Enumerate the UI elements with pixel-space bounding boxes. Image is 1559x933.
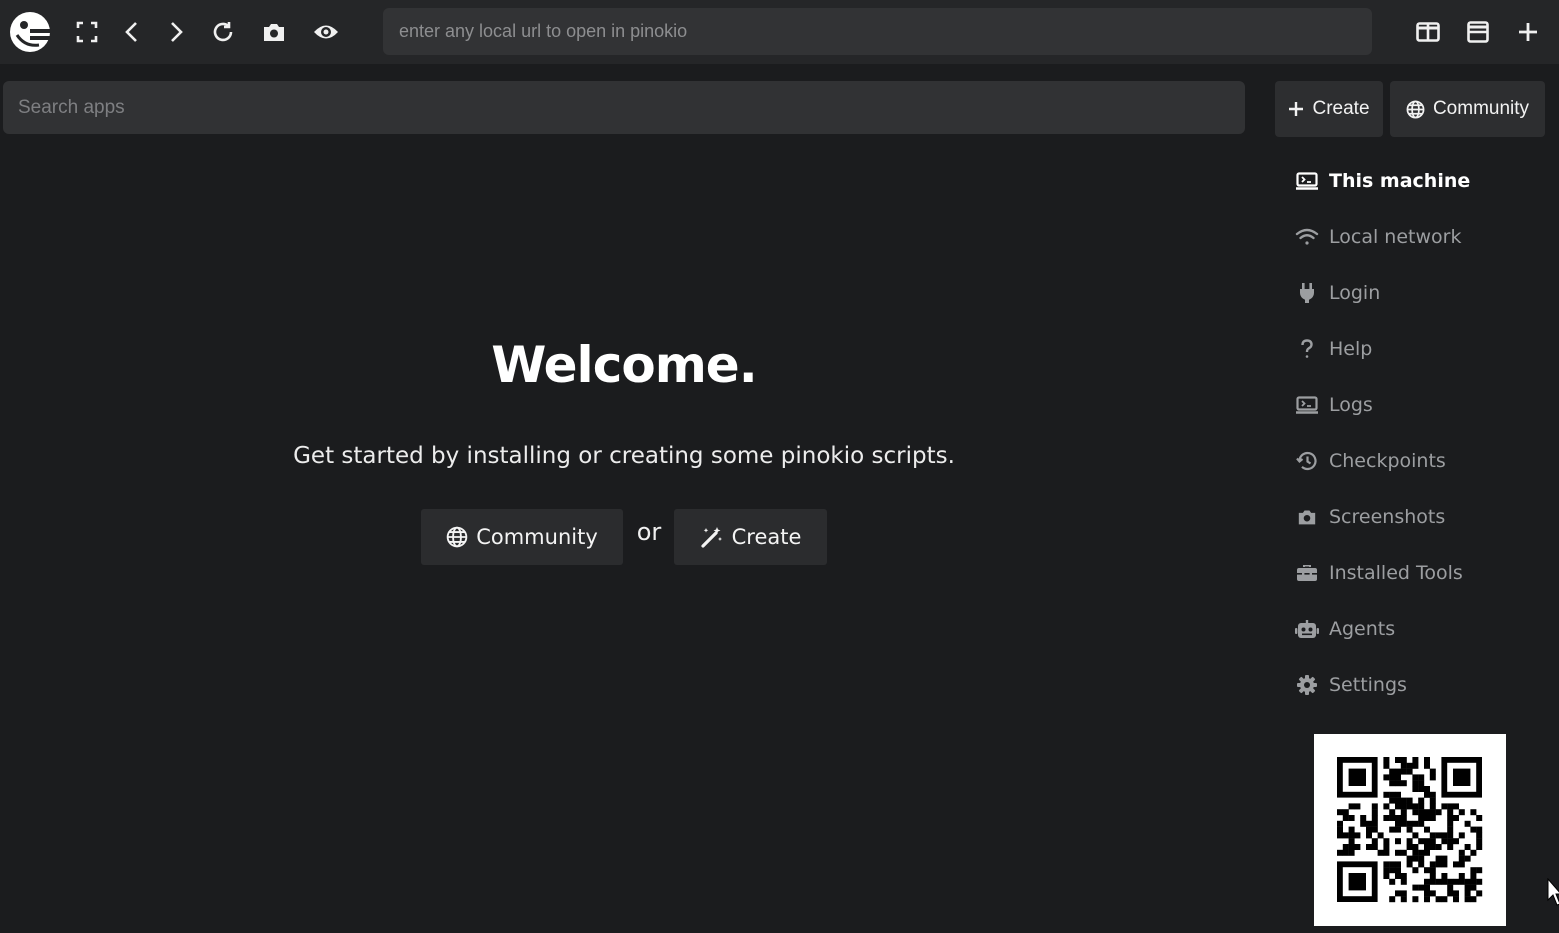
globe-icon (446, 526, 468, 548)
pinokio-logo-icon[interactable] (8, 12, 52, 52)
nav-item-logs[interactable]: Logs (1290, 377, 1550, 433)
welcome-create-button[interactable]: Create (674, 509, 827, 565)
plus-icon[interactable] (1508, 12, 1548, 52)
split-horizontal-icon[interactable] (1458, 12, 1498, 52)
robot-icon (1292, 617, 1322, 641)
welcome-community-button[interactable]: Community (421, 509, 623, 565)
nav-item-local-network[interactable]: Local network (1290, 209, 1550, 265)
gear-icon (1292, 673, 1322, 697)
nav-item-label: Help (1329, 338, 1373, 360)
split-vertical-icon[interactable] (1408, 12, 1448, 52)
nav-item-label: Logs (1329, 394, 1373, 416)
plug-icon (1292, 281, 1322, 305)
mouse-cursor-icon (1547, 878, 1559, 906)
nav-item-label: Agents (1329, 618, 1396, 640)
nav-item-label: Installed Tools (1329, 562, 1463, 584)
welcome-subtitle: Get started by installing or creating so… (293, 443, 955, 469)
back-icon[interactable] (112, 12, 152, 52)
nav-item-label: Login (1329, 282, 1381, 304)
community-button-label: Community (1432, 98, 1530, 119)
nav-item-label: This machine (1329, 170, 1471, 192)
nav-item-label: Checkpoints (1329, 450, 1446, 472)
nav-item-label: Local network (1329, 226, 1462, 248)
terminal-icon (1292, 169, 1322, 193)
nav-item-login[interactable]: Login (1290, 265, 1550, 321)
nav-item-label: Settings (1329, 674, 1407, 696)
history-icon (1292, 449, 1322, 473)
plus-icon (1289, 102, 1304, 116)
nav-item-settings[interactable]: Settings (1290, 657, 1550, 713)
camera-icon[interactable] (254, 12, 294, 52)
welcome-create-label: Create (731, 525, 802, 549)
terminal-icon (1292, 393, 1322, 417)
nav-item-label: Screenshots (1329, 506, 1446, 528)
nav-item-agents[interactable]: Agents (1290, 601, 1550, 657)
nav-item-installed-tools[interactable]: Installed Tools (1290, 545, 1550, 601)
or-text: or (636, 518, 662, 546)
globe-icon (1406, 100, 1425, 118)
magic-wand-icon (701, 527, 722, 548)
wifi-icon (1292, 225, 1322, 249)
forward-icon[interactable] (156, 12, 196, 52)
toolbox-icon (1292, 561, 1322, 585)
nav-item-checkpoints[interactable]: Checkpoints (1290, 433, 1550, 489)
fullscreen-icon[interactable] (67, 12, 107, 52)
eye-icon[interactable] (306, 12, 346, 52)
welcome-title: Welcome. (491, 336, 757, 394)
create-button-label: Create (1312, 98, 1370, 119)
community-button[interactable]: Community (1390, 81, 1545, 137)
question-icon (1292, 337, 1322, 361)
welcome-community-label: Community (476, 525, 598, 549)
camera-icon (1292, 505, 1322, 529)
nav-item-screenshots[interactable]: Screenshots (1290, 489, 1550, 545)
refresh-icon[interactable] (203, 12, 243, 52)
top-bar (0, 0, 1559, 64)
url-input[interactable] (383, 8, 1372, 55)
nav-item-help[interactable]: Help (1290, 321, 1550, 377)
search-apps-input[interactable] (3, 81, 1245, 134)
nav-item-this-machine[interactable]: This machine (1290, 153, 1550, 209)
qr-code (1314, 734, 1506, 926)
create-button[interactable]: Create (1275, 81, 1383, 137)
